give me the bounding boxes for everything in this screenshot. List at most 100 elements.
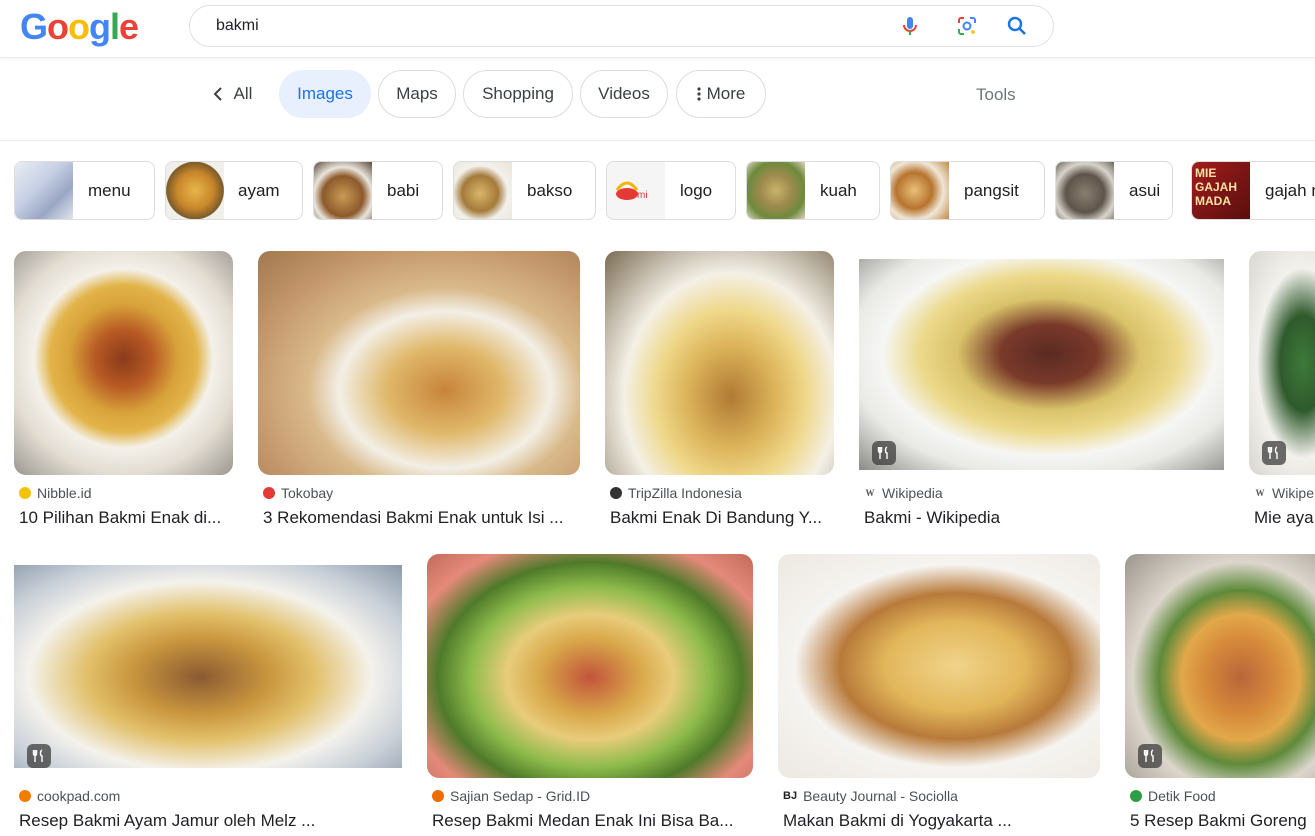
source-name: Tokobay [281, 485, 334, 501]
svg-text:mi: mi [637, 190, 648, 201]
chip-label: gajah m [1265, 181, 1315, 200]
logo-letter: g [89, 6, 111, 47]
result-image [605, 251, 834, 475]
result-image [778, 554, 1100, 778]
source-name: Nibble.id [37, 485, 92, 501]
related-chips: menu ayam babi bakso mi logo kuah pangsi… [0, 161, 1315, 221]
source-favicon [610, 487, 622, 499]
source-name: Wikipe [1272, 485, 1315, 501]
chip-pangsit[interactable]: pangsit [890, 161, 1045, 220]
chip-thumbnail [891, 162, 949, 219]
chip-menu[interactable]: menu [14, 161, 155, 220]
result-image [859, 259, 1224, 470]
source-name: Sajian Sedap - Grid.ID [450, 788, 591, 804]
logo-letter: o [68, 6, 90, 47]
result-title[interactable]: Resep Bakmi Medan Enak Ini Bisa Ba... [432, 811, 748, 831]
chip-thumbnail [15, 162, 73, 219]
tab-more[interactable]: More [676, 70, 766, 118]
chip-babi[interactable]: babi [313, 161, 443, 220]
tab-label: Videos [598, 84, 650, 103]
result-title[interactable]: Bakmi - Wikipedia [864, 508, 1219, 528]
result-source: Detik Food [1130, 788, 1216, 804]
tab-images[interactable]: Images [279, 70, 371, 118]
result-source: Sajian Sedap - Grid.ID [432, 788, 590, 804]
tab-label: All [233, 84, 253, 103]
result-source: cookpad.com [19, 788, 120, 804]
chip-label: menu [88, 181, 131, 200]
result-source: Tokobay [263, 485, 333, 501]
result-image [14, 251, 233, 475]
chip-thumbnail-text: MIE GAJAH MADA [1195, 166, 1238, 208]
source-name: Detik Food [1148, 788, 1216, 804]
tab-shopping[interactable]: Shopping [463, 70, 573, 118]
result-source: W Wikipedia [864, 485, 943, 501]
logo-letter: o [47, 6, 69, 47]
result-title[interactable]: Mie aya [1254, 508, 1315, 528]
result-image [258, 251, 580, 475]
logo-letter: G [20, 6, 48, 47]
mic-icon[interactable] [898, 14, 922, 38]
recipe-icon [1262, 441, 1286, 465]
search-box[interactable]: bakmi [189, 5, 1054, 47]
tools-button[interactable]: Tools [976, 85, 1016, 105]
result-image [427, 554, 753, 778]
more-vert-icon [697, 86, 701, 102]
result-title[interactable]: Makan Bakmi di Yogyakarta ... [783, 811, 1095, 831]
result-image [14, 565, 402, 768]
chip-label: babi [387, 181, 420, 200]
tab-videos[interactable]: Videos [580, 70, 668, 118]
source-name: Wikipedia [882, 485, 943, 501]
source-name: cookpad.com [37, 788, 121, 804]
recipe-icon [1138, 744, 1162, 768]
search-input[interactable]: bakmi [216, 17, 259, 35]
header: Google bakmi [0, 0, 1315, 58]
chip-label: logo [680, 181, 713, 200]
chip-bakso[interactable]: bakso [453, 161, 596, 220]
tab-label: Shopping [482, 84, 554, 103]
tab-label: More [706, 84, 746, 103]
result-source: Nibble.id [19, 485, 91, 501]
chip-thumbnail [454, 162, 512, 219]
chip-thumbnail: MIE GAJAH MADA [1192, 162, 1250, 219]
source-name: Beauty Journal - Sociolla [803, 788, 958, 804]
result-title[interactable]: 10 Pilihan Bakmi Enak di... [19, 508, 231, 528]
source-name: TripZilla Indonesia [628, 485, 742, 501]
recipe-icon [27, 744, 51, 768]
chip-thumbnail [314, 162, 372, 219]
result-source: TripZilla Indonesia [610, 485, 742, 501]
chip-thumbnail [747, 162, 805, 219]
tab-all[interactable]: All [200, 70, 264, 118]
chip-label: pangsit [964, 181, 1019, 200]
chip-thumbnail [1056, 162, 1114, 219]
chip-kuah[interactable]: kuah [746, 161, 880, 220]
chip-label: bakso [527, 181, 573, 200]
result-title[interactable]: Resep Bakmi Ayam Jamur oleh Melz ... [19, 811, 339, 831]
google-logo[interactable]: Google [20, 6, 139, 48]
result-source: W Wikipe [1254, 485, 1315, 501]
chevron-left-icon [212, 86, 224, 102]
chip-label: ayam [238, 181, 280, 200]
lens-icon[interactable] [955, 14, 979, 38]
chip-asui[interactable]: asui [1055, 161, 1173, 220]
chip-label: kuah [820, 181, 857, 200]
source-favicon [263, 487, 275, 499]
chip-thumbnail [166, 162, 224, 219]
chip-logo[interactable]: mi logo [606, 161, 736, 220]
tab-label: Images [297, 84, 353, 103]
result-title[interactable]: Bakmi Enak Di Bandung Y... [610, 508, 832, 528]
source-favicon [432, 790, 444, 802]
logo-letter: e [119, 6, 139, 47]
tab-maps[interactable]: Maps [378, 70, 456, 118]
source-favicon [19, 790, 31, 802]
result-source: BJ Beauty Journal - Sociolla [783, 788, 958, 804]
chip-gajah-mada[interactable]: MIE GAJAH MADA gajah m [1191, 161, 1315, 220]
result-title[interactable]: 5 Resep Bakmi Goreng [1130, 811, 1315, 831]
chip-label: asui [1129, 181, 1161, 200]
search-icon[interactable] [1005, 14, 1029, 38]
tab-label: Maps [396, 84, 438, 103]
recipe-icon [872, 441, 896, 465]
source-favicon: BJ [783, 790, 798, 802]
chip-ayam[interactable]: ayam [165, 161, 303, 220]
source-favicon: W [1255, 488, 1265, 498]
result-title[interactable]: 3 Rekomendasi Bakmi Enak untuk Isi ... [263, 508, 575, 528]
